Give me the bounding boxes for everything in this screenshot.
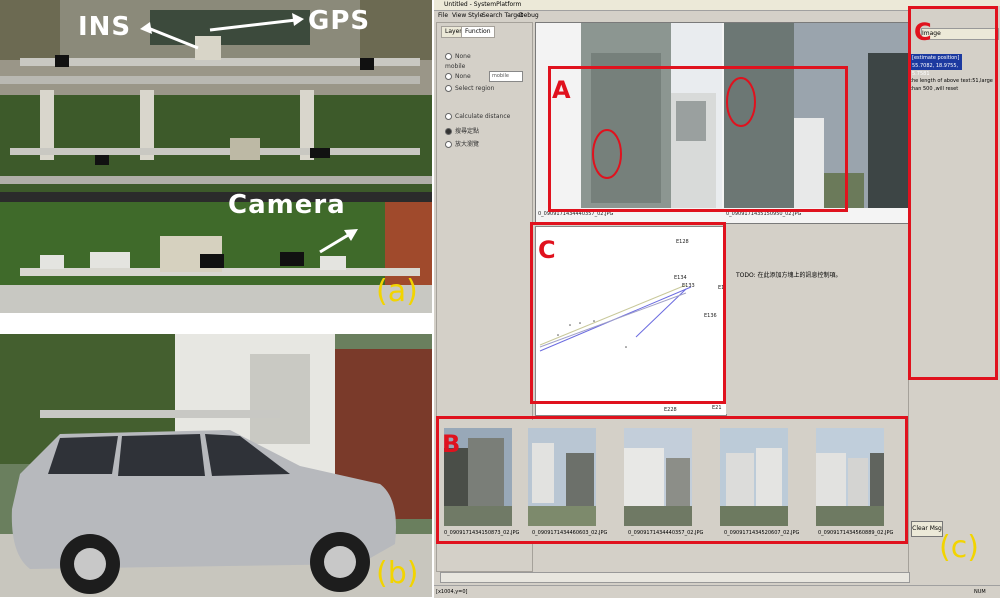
- gps-label: GPS: [308, 6, 371, 36]
- region-b-letter: B: [442, 430, 461, 458]
- region-c-output-box: [908, 6, 998, 380]
- photo-panel-a: INS GPS Camera (a): [0, 0, 432, 313]
- survey-vehicle-photo: [0, 334, 432, 597]
- vehicle-roof-photo: [0, 0, 432, 313]
- region-c-plot-box: [530, 222, 726, 404]
- region-b-box: [436, 416, 908, 544]
- photo-panel-b: (b): [0, 334, 432, 597]
- panel-b-tag: (b): [376, 556, 419, 591]
- system-platform-window: Untitled - SystemPlatform File View Styl…: [434, 0, 1000, 598]
- panel-a-tag: (a): [376, 274, 418, 309]
- ins-label: INS: [78, 12, 132, 42]
- region-c-plot-letter: C: [538, 236, 556, 264]
- panel-c-tag: (c): [939, 530, 979, 565]
- camera-label: Camera: [228, 190, 346, 220]
- region-c-output-letter: C: [914, 18, 932, 46]
